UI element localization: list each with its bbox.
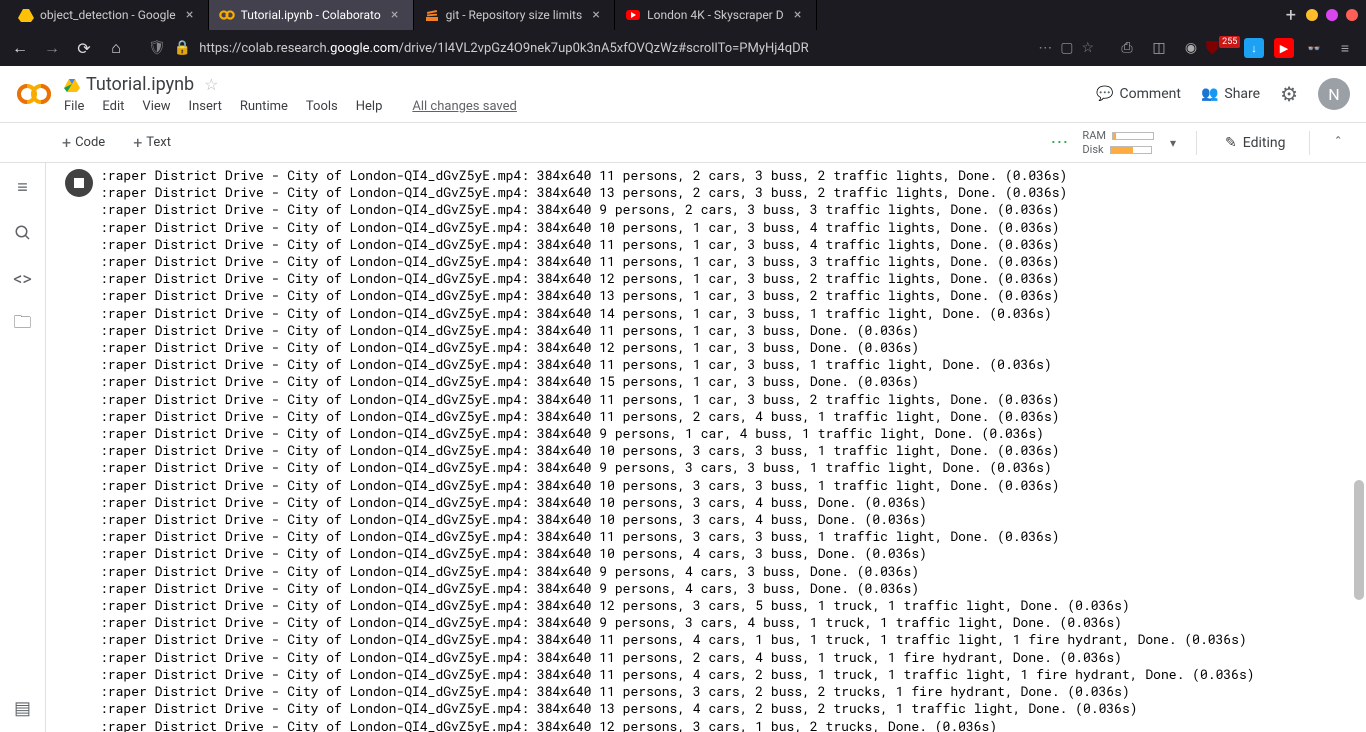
browser-tab-strip: object_detection - Google×Tutorial.ipynb… [0, 0, 1366, 30]
stop-icon [74, 178, 84, 188]
comment-icon: 💬 [1096, 86, 1113, 102]
bookmark-icon[interactable]: ☆ [1081, 40, 1094, 56]
toc-icon[interactable]: ≡ [11, 175, 35, 199]
share-button[interactable]: 👥 Share [1201, 86, 1260, 102]
tab-close-icon[interactable]: × [182, 7, 198, 23]
extension1-icon[interactable]: ↓ [1244, 38, 1264, 58]
tab-title: London 4K - Skyscraper D [647, 8, 783, 22]
terminal-icon[interactable]: ▤ [11, 696, 35, 720]
toolbar-actions: ⎙ ◫ ◉ ⛊ 255 ↓ ▶ 👓 ≡ [1116, 37, 1356, 59]
ublock-badge: 255 [1219, 36, 1240, 48]
resource-monitor[interactable]: RAM Disk [1082, 129, 1154, 156]
resource-dropdown-icon[interactable]: ▾ [1170, 136, 1176, 150]
menu-runtime[interactable]: Runtime [240, 99, 288, 114]
tab-favicon-icon [625, 7, 641, 23]
browser-toolbar: ← → ⟳ ⌂ 🛡 🔒 https://colab.research.googl… [0, 30, 1366, 66]
snippets-icon[interactable]: <> [11, 267, 35, 291]
share-icon: 👥 [1201, 86, 1218, 102]
collapse-button[interactable]: ˆ [1326, 129, 1350, 156]
tab-close-icon[interactable]: × [387, 7, 403, 23]
code-cell: :raper District Drive - City of London-Q… [46, 163, 1366, 732]
new-tab-button[interactable]: + [1276, 5, 1306, 26]
menu-edit[interactable]: Edit [102, 99, 124, 114]
window-maximize-icon[interactable] [1326, 9, 1338, 21]
menu-file[interactable]: File [64, 99, 84, 114]
editing-mode-button[interactable]: ✎ Editing [1217, 131, 1293, 155]
forward-button[interactable]: → [42, 38, 62, 58]
cell-output[interactable]: :raper District Drive - City of London-Q… [100, 167, 1354, 732]
address-bar[interactable]: 🛡 🔒 https://colab.research.google.com/dr… [138, 40, 1104, 56]
notebook-title[interactable]: Tutorial.ipynb [86, 74, 194, 95]
tabs-container: object_detection - Google×Tutorial.ipynb… [8, 0, 1276, 30]
avatar[interactable]: N [1318, 78, 1350, 110]
header-actions: 💬 Comment 👥 Share ⚙ N [1096, 78, 1350, 110]
reader-icon[interactable]: ▢ [1060, 40, 1073, 56]
drive-icon [64, 77, 80, 93]
busy-indicator-icon: ⋯ [1050, 132, 1066, 153]
menu-insert[interactable]: Insert [189, 99, 222, 114]
scrollbar-thumb[interactable] [1354, 480, 1364, 600]
window-minimize-icon[interactable] [1306, 9, 1318, 21]
notebook-content[interactable]: :raper District Drive - City of London-Q… [46, 163, 1366, 732]
colab-header: Tutorial.ipynb ☆ File Edit View Insert Runti… [0, 66, 1366, 123]
tab-close-icon[interactable]: × [790, 7, 806, 23]
youtube-ext-icon[interactable]: ▶ [1274, 38, 1294, 58]
pencil-icon: ✎ [1225, 135, 1237, 151]
home-button[interactable]: ⌂ [106, 38, 126, 58]
settings-icon[interactable]: ⚙ [1280, 82, 1298, 106]
window-controls [1306, 9, 1358, 21]
add-code-button[interactable]: +Code [54, 129, 113, 156]
shield-icon: 🛡 [148, 40, 166, 56]
search-icon[interactable] [11, 221, 35, 245]
menu-bar: File Edit View Insert Runtime Tools Help All ch… [64, 99, 1084, 114]
title-area: Tutorial.ipynb ☆ File Edit View Insert Runti… [64, 74, 1084, 114]
tab-close-icon[interactable]: × [588, 7, 604, 23]
tab-favicon-icon [219, 7, 235, 23]
left-sidebar: ≡ <> 🗀 ▤ [0, 163, 46, 732]
tab-favicon-icon [424, 7, 440, 23]
more-icon[interactable]: ⋯ [1038, 40, 1052, 56]
back-button[interactable]: ← [10, 38, 30, 58]
menu-help[interactable]: Help [356, 99, 383, 114]
sidebar-toggle-icon[interactable]: ◫ [1148, 37, 1170, 59]
colab-logo-icon[interactable] [16, 76, 52, 112]
menu-icon[interactable]: ≡ [1334, 37, 1356, 59]
browser-tab-3[interactable]: London 4K - Skyscraper D × [615, 0, 816, 30]
browser-tab-0[interactable]: object_detection - Google × [8, 0, 209, 30]
reload-button[interactable]: ⟳ [74, 39, 94, 58]
browser-tab-1[interactable]: Tutorial.ipynb - Colaborato × [209, 0, 414, 30]
main-area: ≡ <> 🗀 ▤ :raper District Drive - City of… [0, 163, 1366, 732]
extension2-icon[interactable]: 👓 [1304, 38, 1324, 58]
star-icon[interactable]: ☆ [204, 75, 218, 94]
save-status[interactable]: All changes saved [412, 99, 517, 114]
tab-title: git - Repository size limits [446, 8, 583, 22]
account-icon[interactable]: ◉ [1180, 37, 1202, 59]
tab-title: Tutorial.ipynb - Colaborato [241, 8, 381, 22]
tab-title: object_detection - Google [40, 8, 176, 22]
colab-app: Tutorial.ipynb ☆ File Edit View Insert Runti… [0, 66, 1366, 732]
tab-favicon-icon [18, 7, 34, 23]
menu-tools[interactable]: Tools [306, 99, 338, 114]
colab-toolbar: +Code +Text ⋯ RAM Disk ▾ ✎ Editing ˆ [0, 123, 1366, 163]
add-text-button[interactable]: +Text [125, 129, 179, 156]
browser-tab-2[interactable]: git - Repository size limits × [414, 0, 616, 30]
stop-cell-button[interactable] [65, 169, 93, 197]
menu-view[interactable]: View [142, 99, 170, 114]
window-close-icon[interactable] [1346, 9, 1358, 21]
lock-icon: 🔒 [174, 40, 191, 56]
url-text: https://colab.research.google.com/drive/… [199, 41, 1030, 56]
cell-gutter [58, 167, 100, 732]
ublock-icon[interactable]: ⛊ 255 [1212, 37, 1234, 59]
comment-button[interactable]: 💬 Comment [1096, 86, 1181, 102]
files-icon[interactable]: 🗀 [11, 313, 35, 337]
library-icon[interactable]: ⎙ [1116, 37, 1138, 59]
